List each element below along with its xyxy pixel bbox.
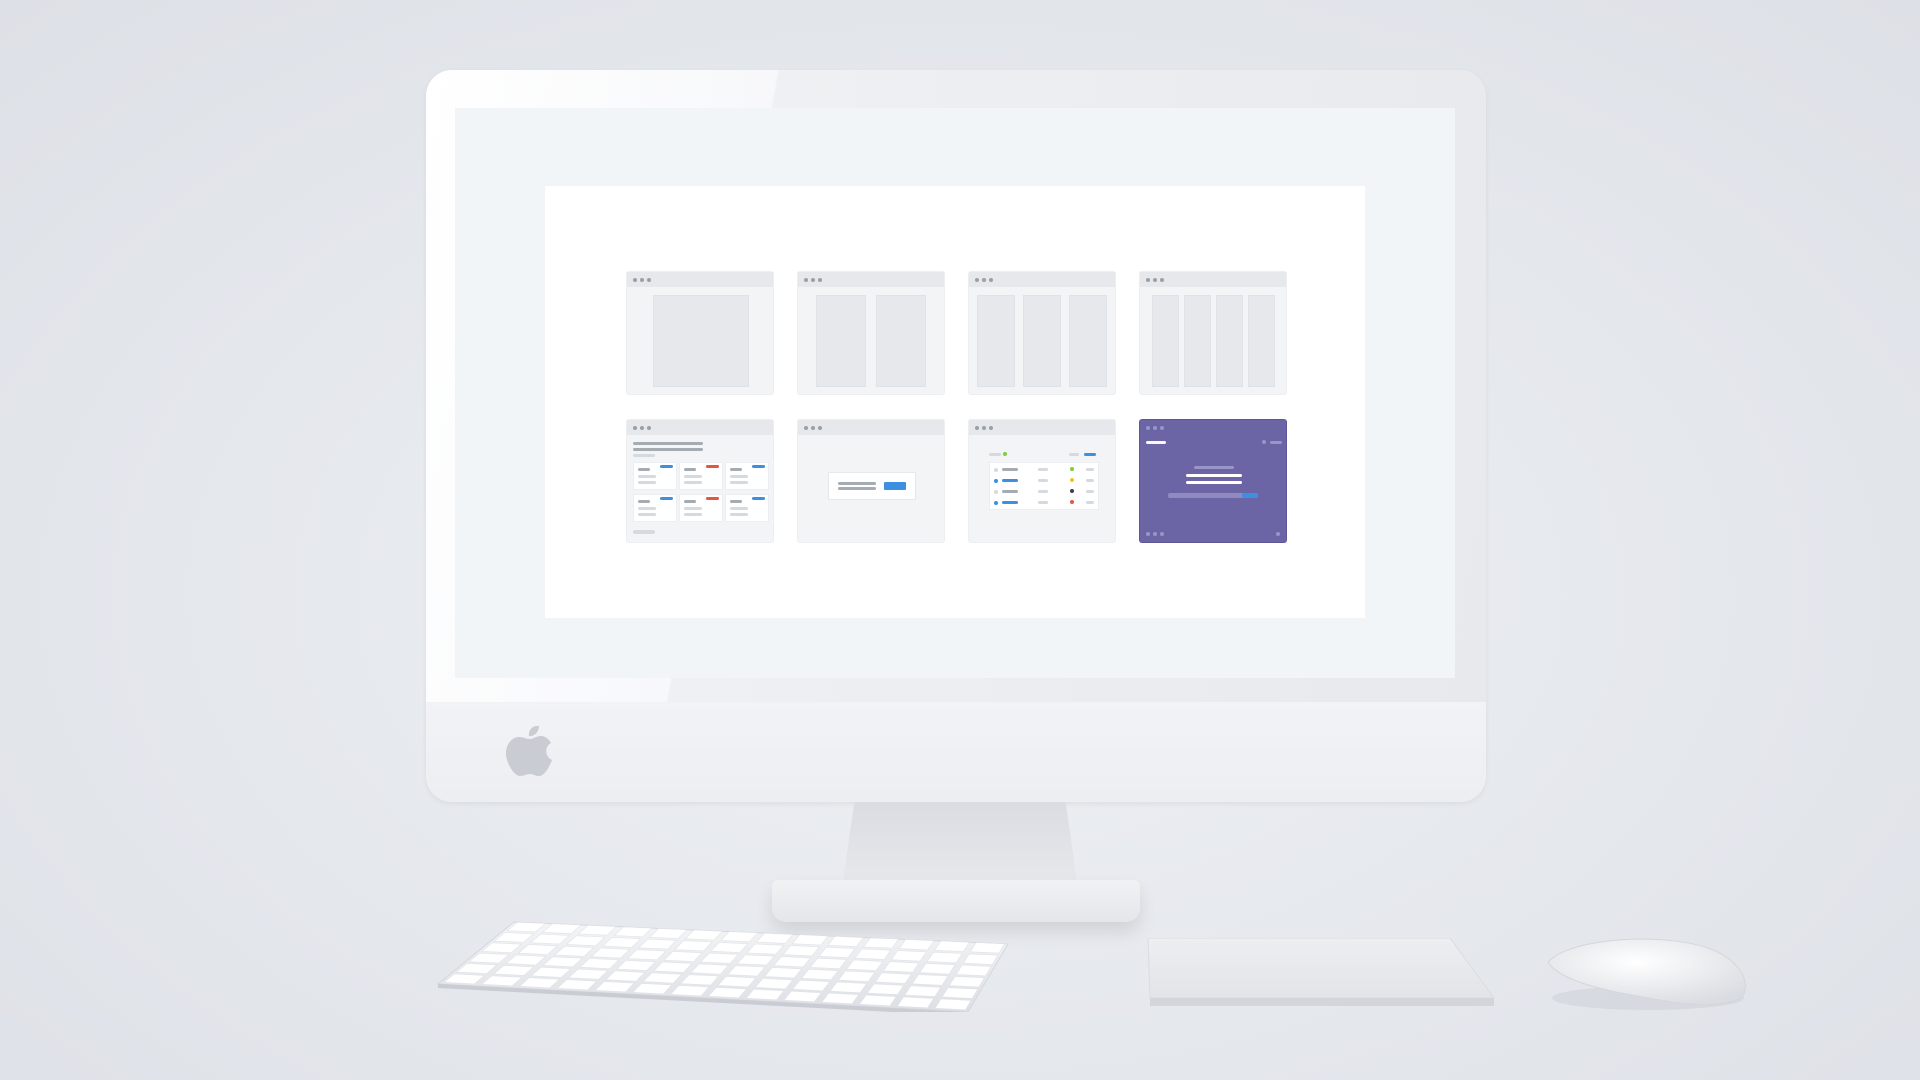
heading-line xyxy=(633,442,703,445)
keyboard-key[interactable] xyxy=(874,972,912,984)
keyboard-key[interactable] xyxy=(969,942,1006,954)
keyboard-key[interactable] xyxy=(866,983,905,995)
keyboard-key[interactable] xyxy=(919,963,956,975)
filter-label xyxy=(989,453,1001,456)
keyboard-key[interactable] xyxy=(926,951,963,964)
user-label xyxy=(1270,441,1282,444)
settings-icon[interactable] xyxy=(1276,532,1280,536)
keyboard-key[interactable] xyxy=(783,990,822,1003)
keyboard-key[interactable] xyxy=(890,950,927,962)
window-titlebar xyxy=(969,420,1115,435)
trackpad-icon[interactable] xyxy=(1144,938,1496,1010)
keyboard-key[interactable] xyxy=(882,961,920,973)
content-panel xyxy=(977,295,1015,387)
toolbar-label xyxy=(1069,453,1079,456)
card[interactable] xyxy=(725,494,769,522)
dialog-text-line xyxy=(838,487,876,490)
status-list xyxy=(989,462,1099,510)
window-titlebar xyxy=(1140,272,1286,287)
dialog-text-line xyxy=(838,482,876,485)
layout-canvas xyxy=(545,186,1365,618)
card[interactable] xyxy=(679,462,723,490)
content-panel xyxy=(1069,295,1107,387)
window-titlebar xyxy=(798,420,944,435)
card[interactable] xyxy=(633,462,677,490)
content-panel xyxy=(1248,295,1275,387)
window-titlebar xyxy=(969,272,1115,287)
window-titlebar xyxy=(1140,420,1286,435)
layout-three-panels[interactable] xyxy=(969,272,1115,394)
heading-line xyxy=(633,448,703,451)
mouse-icon[interactable] xyxy=(1540,934,1752,1014)
keyboard-key[interactable] xyxy=(941,987,979,999)
splash-title-line xyxy=(1186,474,1242,477)
keyboard-key[interactable] xyxy=(829,981,868,994)
layout-dialog[interactable] xyxy=(798,420,944,542)
card[interactable] xyxy=(633,494,677,522)
splash-progress-button[interactable] xyxy=(1242,493,1258,498)
layout-purple-splash[interactable] xyxy=(1140,420,1286,542)
keyboard-key[interactable] xyxy=(934,998,972,1011)
card[interactable] xyxy=(679,494,723,522)
brand-mark xyxy=(1146,441,1166,444)
keyboard-key[interactable] xyxy=(846,959,884,971)
imac-chin xyxy=(426,702,1486,802)
window-titlebar xyxy=(627,420,773,435)
keyboard-icon[interactable] xyxy=(434,918,1014,1012)
keyboard-key[interactable] xyxy=(821,992,860,1005)
splash-title-line xyxy=(1186,481,1242,484)
content-panel xyxy=(1184,295,1211,387)
content-panel xyxy=(1216,295,1243,387)
imac-screen xyxy=(455,108,1455,678)
keyboard-key[interactable] xyxy=(934,940,970,952)
imac-stand-foot xyxy=(772,880,1140,922)
keyboard-key[interactable] xyxy=(896,996,935,1009)
card[interactable] xyxy=(725,462,769,490)
content-panel xyxy=(816,295,866,387)
keyboard-key[interactable] xyxy=(859,994,897,1007)
keyboard-key[interactable] xyxy=(911,974,949,986)
window-titlebar xyxy=(798,272,944,287)
keyboard-key[interactable] xyxy=(962,953,999,965)
status-dot-icon xyxy=(1003,452,1007,456)
content-panel xyxy=(1152,295,1179,387)
layout-status-list[interactable] xyxy=(969,420,1115,542)
content-panel xyxy=(653,295,749,387)
keyboard-key[interactable] xyxy=(955,964,992,977)
dialog-confirm-button[interactable] xyxy=(884,482,906,490)
apple-logo-icon xyxy=(506,725,552,776)
layout-two-panels[interactable] xyxy=(798,272,944,394)
footer-line xyxy=(633,530,655,534)
keyboard-key[interactable] xyxy=(854,948,892,960)
subheading-line xyxy=(633,454,655,457)
layout-card-grid[interactable] xyxy=(627,420,773,542)
user-icon[interactable] xyxy=(1262,440,1266,444)
keyboard-key[interactable] xyxy=(904,985,942,997)
keyboard-key[interactable] xyxy=(837,970,876,982)
content-panel xyxy=(1023,295,1061,387)
splash-subtitle xyxy=(1194,466,1234,469)
content-panel xyxy=(876,295,926,387)
layout-four-panels[interactable] xyxy=(1140,272,1286,394)
add-button[interactable] xyxy=(1084,453,1096,456)
layout-one-panel[interactable] xyxy=(627,272,773,394)
dialog-box xyxy=(828,472,916,500)
keyboard-key[interactable] xyxy=(898,939,935,951)
window-titlebar xyxy=(627,272,773,287)
keyboard-key[interactable] xyxy=(948,976,985,988)
